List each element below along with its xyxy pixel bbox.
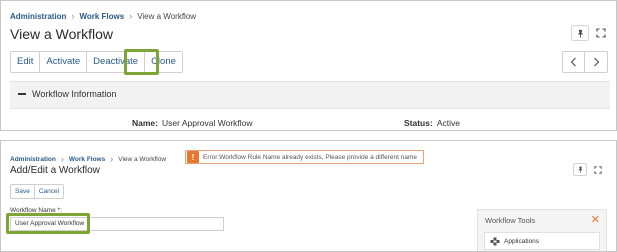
chevron-right-icon: [593, 57, 599, 67]
expand-button[interactable]: [592, 25, 610, 41]
chevron-left-icon: [570, 57, 576, 67]
workflow-tools-panel: Workflow Tools ✕ Applications: [477, 209, 607, 251]
action-bar: Save Cancel: [10, 184, 65, 199]
next-button[interactable]: [585, 52, 607, 72]
expand-icon: [594, 165, 602, 174]
breadcrumb-separator-icon: ›: [129, 11, 133, 21]
breadcrumb-administration[interactable]: Administration: [10, 12, 66, 21]
section-body: Name: User Approval Workflow Status: Activ…: [10, 108, 610, 130]
name-field: Name: User Approval Workflow: [132, 118, 253, 128]
close-icon[interactable]: ✕: [591, 213, 600, 226]
name-input-highlight: [6, 213, 90, 234]
breadcrumb-administration[interactable]: Administration: [10, 156, 56, 163]
pin-button[interactable]: [573, 163, 587, 176]
breadcrumb-current: View a Workflow: [137, 11, 197, 21]
status-field: Status: Active: [404, 118, 460, 128]
breadcrumb-work-flows[interactable]: Work Flows: [79, 12, 124, 21]
section-title: Workflow Information: [32, 89, 117, 99]
error-message: Error:Workflow Rule Name already exists,…: [203, 153, 417, 161]
pin-button[interactable]: [571, 25, 589, 41]
record-navigation: [562, 51, 608, 73]
edit-workflow-panel: Administration › Work Flows › View a Wor…: [0, 140, 617, 252]
previous-button[interactable]: [563, 52, 585, 72]
breadcrumb-work-flows[interactable]: Work Flows: [69, 156, 105, 163]
breadcrumb-separator-icon: ›: [71, 11, 75, 21]
tools-title: Workflow Tools: [485, 216, 536, 225]
activate-button[interactable]: Activate: [40, 52, 88, 72]
status-label: Status:: [404, 118, 433, 128]
clone-highlight: [124, 49, 159, 75]
breadcrumb-separator-icon: ›: [110, 154, 114, 164]
expand-button[interactable]: [591, 163, 605, 176]
workflow-information-section: Workflow Information Name: User Approval …: [10, 81, 610, 130]
applications-label: Applications: [504, 237, 540, 245]
breadcrumb-current: View a Workflow: [118, 155, 167, 163]
pin-icon: [577, 29, 583, 38]
save-button[interactable]: Save: [11, 185, 35, 198]
page-title: View a Workflow: [10, 26, 113, 42]
applications-item[interactable]: Applications: [484, 232, 600, 250]
view-workflow-panel: Administration › Work Flows › View a Wor…: [0, 0, 617, 131]
name-value: User Approval Workflow: [161, 118, 253, 128]
error-banner: ! Error:Workflow Rule Name already exist…: [185, 150, 424, 164]
applications-icon: [490, 237, 500, 245]
edit-button[interactable]: Edit: [11, 52, 41, 72]
section-toggle[interactable]: Workflow Information: [18, 89, 116, 99]
expand-icon: [596, 28, 606, 38]
pin-icon: [577, 166, 583, 173]
breadcrumb-separator-icon: ›: [60, 154, 64, 164]
breadcrumb: Administration › Work Flows › View a Wor…: [10, 154, 166, 164]
status-value: Active: [436, 118, 460, 128]
collapse-icon: [18, 93, 26, 95]
name-label: Name:: [132, 118, 158, 128]
error-icon: !: [187, 151, 199, 163]
page-title: Add/Edit a Workflow: [10, 165, 100, 176]
breadcrumb: Administration › Work Flows › View a Wor…: [10, 11, 196, 21]
cancel-button[interactable]: Cancel: [35, 185, 63, 198]
